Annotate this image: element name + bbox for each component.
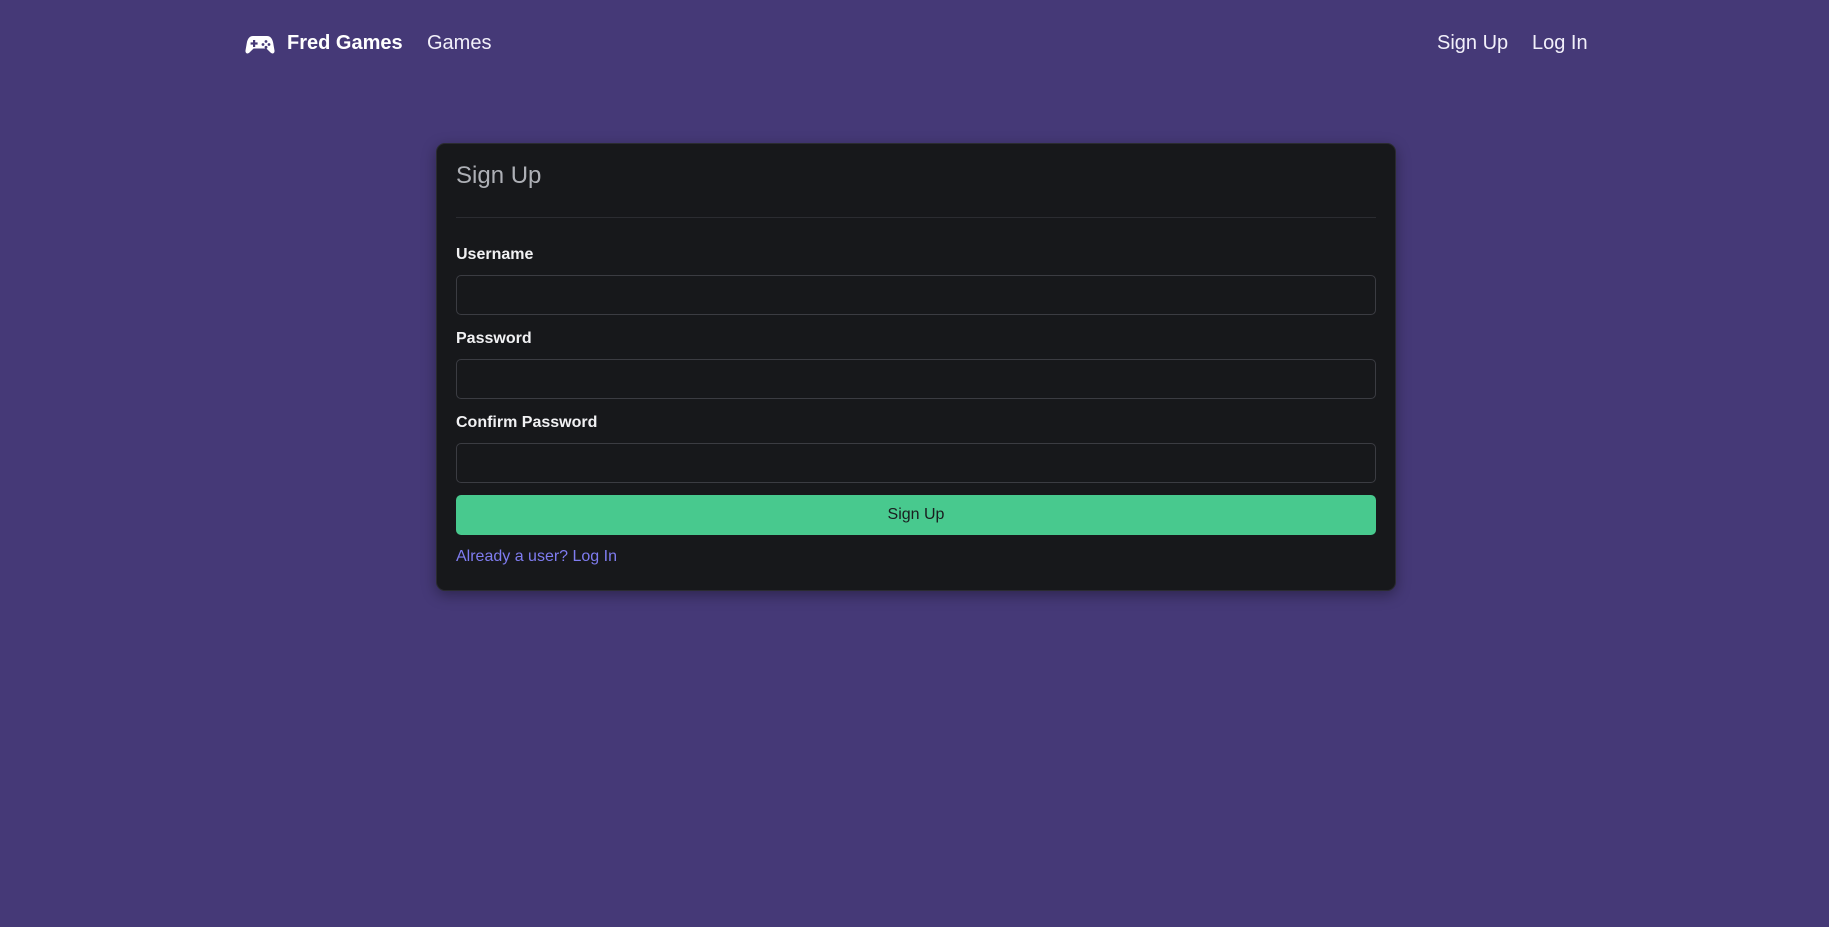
nav-link-log-in[interactable]: Log In (1532, 30, 1588, 56)
username-label: Username (456, 246, 534, 263)
sign-up-button[interactable]: Sign Up (456, 495, 1376, 535)
already-user-login-link[interactable]: Already a user? Log In (456, 547, 617, 567)
gamepad-icon (245, 28, 275, 58)
nav-link-games[interactable]: Games (427, 30, 491, 56)
divider (456, 217, 1376, 218)
page: Fred Games Games Sign Up Log In Sign Up … (0, 0, 1829, 927)
password-label: Password (456, 330, 532, 347)
password-input[interactable] (456, 359, 1376, 399)
navbar: Fred Games Games Sign Up Log In (0, 0, 1829, 86)
signup-card: Sign Up Username Password Confirm Passwo… (436, 143, 1396, 591)
card-title: Sign Up (456, 162, 542, 189)
username-input[interactable] (456, 275, 1376, 315)
confirm-password-input[interactable] (456, 443, 1376, 483)
brand-name: Fred Games (287, 32, 403, 54)
nav-link-sign-up[interactable]: Sign Up (1437, 30, 1508, 56)
confirm-password-label: Confirm Password (456, 414, 598, 431)
brand-link[interactable]: Fred Games (245, 28, 403, 58)
